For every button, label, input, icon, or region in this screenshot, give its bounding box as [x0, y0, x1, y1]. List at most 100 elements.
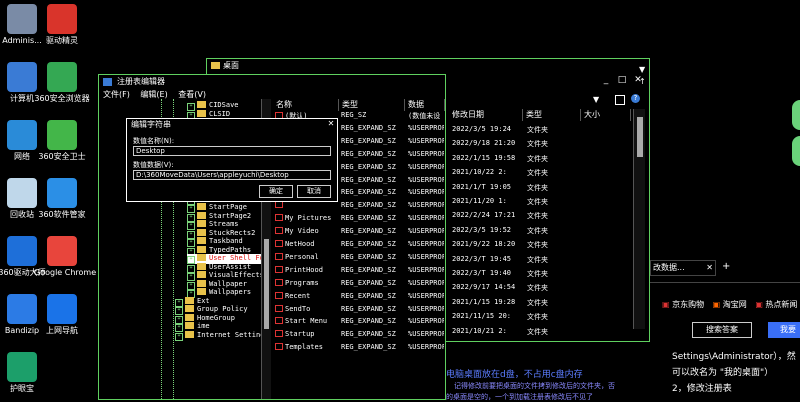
- value-type[interactable]: REG_EXPAND_SZ: [341, 201, 396, 209]
- value-data[interactable]: (数值未设: [408, 111, 444, 121]
- desktop-icon[interactable]: Google Chrome: [34, 236, 96, 278]
- tab-close-icon[interactable]: ✕: [706, 261, 713, 275]
- value-name-field[interactable]: Desktop: [133, 146, 331, 156]
- right-action-button[interactable]: 我要: [768, 322, 800, 338]
- value-name[interactable]: Startup: [275, 330, 337, 338]
- explorer-row-type[interactable]: 文件夹: [527, 226, 548, 236]
- explorer-row-date[interactable]: 2021/10/21 2:: [452, 327, 507, 335]
- explorer-row-date[interactable]: 2022/2/24 17:21: [452, 211, 515, 219]
- explorer-row-date[interactable]: 2021/11/15 20:: [452, 312, 511, 320]
- explorer-down-button[interactable]: ▼: [639, 65, 645, 74]
- explorer-row-date[interactable]: 2022/3/T 19:40: [452, 269, 511, 277]
- value-data-field[interactable]: D:\360MoveData\Users\appleyuchi\Desktop: [133, 170, 331, 180]
- desktop-icon[interactable]: 360软件管家: [34, 178, 90, 220]
- value-name[interactable]: Personal: [275, 252, 337, 261]
- explorer-row-type[interactable]: 文件夹: [527, 183, 548, 193]
- side-circle-icon[interactable]: [792, 100, 800, 130]
- value-data[interactable]: %USERPROF: [408, 305, 444, 313]
- explorer-titlebar[interactable]: 桌面: [207, 59, 649, 73]
- value-name[interactable]: PrintHood: [275, 265, 337, 274]
- list-header-name[interactable]: 名称: [273, 99, 339, 111]
- explorer-row-type[interactable]: 文件夹: [527, 211, 548, 221]
- desktop-icon[interactable]: 护眼宝: [0, 352, 50, 394]
- value-name[interactable]: My Pictures: [275, 214, 337, 222]
- help-icon[interactable]: ?: [631, 94, 640, 103]
- value-type[interactable]: REG_EXPAND_SZ: [341, 253, 396, 261]
- explorer-row-date[interactable]: 2021/11/20 1:: [452, 197, 507, 205]
- value-type[interactable]: REG_EXPAND_SZ: [341, 188, 396, 196]
- value-data[interactable]: %USERPROF: [408, 150, 444, 158]
- list-header-type[interactable]: 类型: [339, 99, 405, 111]
- value-type[interactable]: REG_EXPAND_SZ: [341, 227, 396, 235]
- explorer-row-type[interactable]: 文件夹: [527, 298, 548, 308]
- value-type[interactable]: REG_EXPAND_SZ: [341, 305, 396, 313]
- desktop-icon[interactable]: 上网导航: [34, 294, 90, 336]
- tree-item[interactable]: + Internet Settings: [175, 330, 261, 341]
- desktop-icon[interactable]: 360安全卫士: [34, 120, 90, 162]
- explorer-row-date[interactable]: 2021/1/T 19:05: [452, 183, 511, 191]
- minimize-button[interactable]: _: [599, 73, 613, 87]
- col-header-size[interactable]: 大小: [581, 109, 631, 121]
- value-type[interactable]: REG_EXPAND_SZ: [341, 150, 396, 158]
- expand-icon[interactable]: +: [175, 332, 183, 341]
- value-data[interactable]: %USERPROF: [408, 292, 444, 300]
- value-type[interactable]: REG_EXPAND_SZ: [341, 292, 396, 300]
- explorer-row-date[interactable]: 2022/1/15 19:58: [452, 154, 515, 162]
- value-data[interactable]: %USERPROF: [408, 163, 444, 171]
- value-type[interactable]: REG_EXPAND_SZ: [341, 124, 396, 132]
- value-data[interactable]: %USERPROF: [408, 214, 444, 222]
- value-name[interactable]: NetHood: [275, 240, 337, 248]
- value-data[interactable]: %USERPROF: [408, 176, 444, 184]
- new-tab-icon[interactable]: +: [722, 261, 730, 272]
- explorer-row-type[interactable]: 文件夹: [527, 139, 548, 149]
- explorer-scrollbar[interactable]: [633, 109, 645, 329]
- tree-scroll-thumb[interactable]: [264, 239, 269, 329]
- value-name[interactable]: Programs: [275, 278, 337, 287]
- value-type[interactable]: REG_EXPAND_SZ: [341, 214, 396, 222]
- value-type[interactable]: REG_EXPAND_SZ: [341, 317, 396, 325]
- value-type[interactable]: REG_EXPAND_SZ: [341, 330, 396, 338]
- value-type[interactable]: REG_EXPAND_SZ: [341, 137, 396, 145]
- desktop-icon[interactable]: 驱动精灵: [34, 4, 90, 46]
- cancel-button[interactable]: 取消: [297, 185, 331, 198]
- value-name[interactable]: My Video: [275, 227, 337, 235]
- value-type[interactable]: REG_EXPAND_SZ: [341, 163, 396, 171]
- col-header-date[interactable]: 修改日期: [449, 109, 523, 121]
- value-data[interactable]: %USERPROF: [408, 201, 444, 209]
- value-name[interactable]: SendTo: [275, 304, 337, 313]
- value-data[interactable]: %USERPROF: [408, 253, 444, 261]
- explorer-row-type[interactable]: 文件夹: [527, 168, 548, 178]
- value-type[interactable]: REG_EXPAND_SZ: [341, 279, 396, 287]
- value-name[interactable]: [275, 201, 337, 209]
- explorer-row-type[interactable]: 文件夹: [527, 327, 548, 337]
- ok-button[interactable]: 确定: [259, 185, 293, 198]
- explorer-row-date[interactable]: 2022/3/5 19:52: [452, 226, 511, 234]
- value-name[interactable]: Start Menu: [275, 317, 337, 325]
- value-name[interactable]: Templates: [275, 343, 337, 351]
- value-data[interactable]: %USERPROF: [408, 227, 444, 235]
- bookmark-taobao[interactable]: ▣ 淘宝网: [713, 300, 747, 309]
- menu-file[interactable]: 文件(F): [103, 90, 130, 99]
- dialog-titlebar[interactable]: 编辑字符串: [127, 119, 337, 131]
- col-header-type[interactable]: 类型: [523, 109, 581, 121]
- value-type[interactable]: REG_EXPAND_SZ: [341, 343, 396, 351]
- edit-string-dialog[interactable]: 编辑字符串 ✕ 数值名称(N): Desktop 数值数据(V): D:\360…: [126, 118, 338, 202]
- value-data[interactable]: %USERPROF: [408, 188, 444, 196]
- menu-edit[interactable]: 编辑(E): [140, 90, 167, 99]
- explorer-row-date[interactable]: 2021/1/15 19:28: [452, 298, 515, 306]
- value-data[interactable]: %USERPROF: [408, 240, 444, 248]
- explorer-row-type[interactable]: 文件夹: [527, 269, 548, 279]
- value-data[interactable]: %USERPROF: [408, 279, 444, 287]
- value-data[interactable]: %USERPROF: [408, 266, 444, 274]
- value-data[interactable]: %USERPROF: [408, 317, 444, 325]
- explorer-row-date[interactable]: 2022/3/T 19:45: [452, 255, 511, 263]
- explorer-row-type[interactable]: 文件夹: [527, 240, 548, 250]
- menu-view[interactable]: 查看(V): [178, 90, 206, 99]
- value-type[interactable]: REG_SZ: [341, 111, 366, 119]
- explorer-row-type[interactable]: 文件夹: [527, 154, 548, 164]
- dialog-close-button[interactable]: ✕: [325, 118, 337, 130]
- desktop-icon[interactable]: 360安全浏览器: [34, 62, 90, 104]
- bookmark-jd[interactable]: ▣ 京东购物: [662, 300, 704, 309]
- side-circle-icon[interactable]: [792, 136, 800, 166]
- value-data[interactable]: %USERPROF: [408, 124, 444, 132]
